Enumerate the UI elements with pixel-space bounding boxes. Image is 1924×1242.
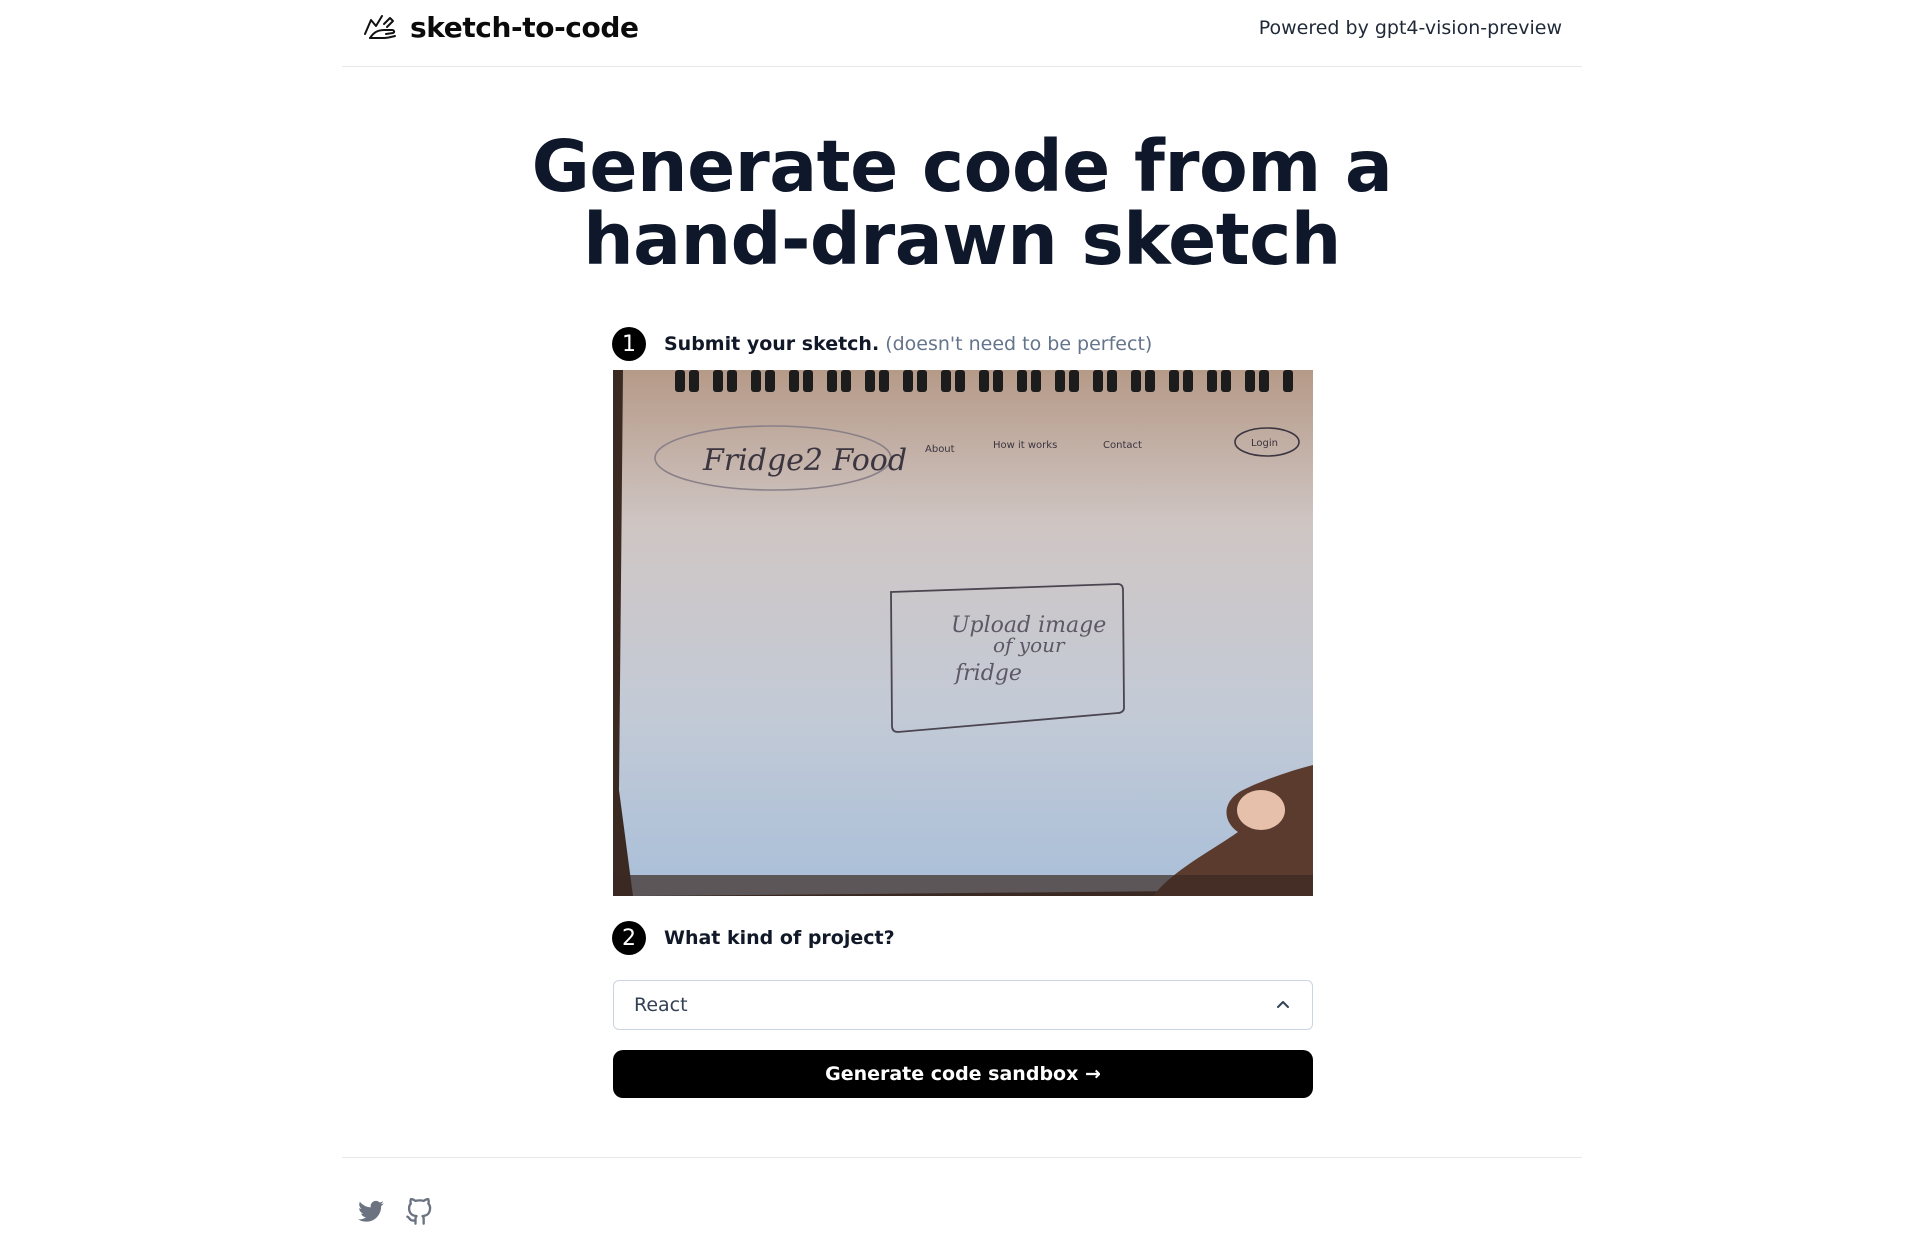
- chevron-up-icon: [1277, 1001, 1289, 1008]
- sketch-login: Login: [1251, 438, 1278, 449]
- site-footer: [342, 1157, 1582, 1237]
- generate-code-sandbox-button[interactable]: Generate code sandbox →: [613, 1050, 1313, 1098]
- brand[interactable]: sketch-to-code: [362, 11, 639, 44]
- page: sketch-to-code Powered by gpt4-vision-pr…: [342, 0, 1582, 1242]
- step-1-label: Submit your sketch.: [664, 333, 880, 355]
- page-title-line2: hand-drawn sketch: [583, 198, 1341, 281]
- step-1-hint: (doesn't need to be perfect): [885, 333, 1153, 355]
- hand-drawing-logo-icon: [364, 14, 396, 39]
- twitter-icon[interactable]: [357, 1198, 385, 1226]
- project-type-select[interactable]: React: [613, 980, 1313, 1030]
- sketch-logo-text: Fridge2 Food: [702, 443, 907, 478]
- sketch-box-line2: of your: [993, 633, 1066, 657]
- sketch-nav-how: How it works: [993, 440, 1057, 451]
- site-header: sketch-to-code Powered by gpt4-vision-pr…: [342, 0, 1582, 67]
- sketch-preview-image[interactable]: Fridge2 Food About How it works Contact …: [613, 370, 1313, 896]
- step-2: 2 What kind of project?: [612, 921, 895, 955]
- step-1: 1 Submit your sketch. (doesn't need to be…: [612, 327, 1152, 361]
- page-title-line1: Generate code from a: [531, 125, 1393, 208]
- step-1-text: Submit your sketch. (doesn't need to be p…: [664, 333, 1152, 355]
- project-type-selected-value: React: [634, 994, 688, 1016]
- step-2-label: What kind of project?: [664, 927, 895, 949]
- sketch-box-line3: fridge: [953, 661, 1022, 686]
- sketch-nav-about: About: [925, 444, 955, 455]
- step-2-number: 2: [612, 921, 646, 955]
- brand-name: sketch-to-code: [410, 11, 639, 44]
- step-1-number: 1: [612, 327, 646, 361]
- powered-by-text: Powered by gpt4-vision-preview: [1258, 17, 1562, 39]
- page-title: Generate code from a hand-drawn sketch: [342, 130, 1582, 276]
- github-icon[interactable]: [405, 1198, 433, 1226]
- sketch-photo: Fridge2 Food About How it works Contact …: [613, 370, 1313, 896]
- sketch-nav-contact: Contact: [1103, 440, 1142, 451]
